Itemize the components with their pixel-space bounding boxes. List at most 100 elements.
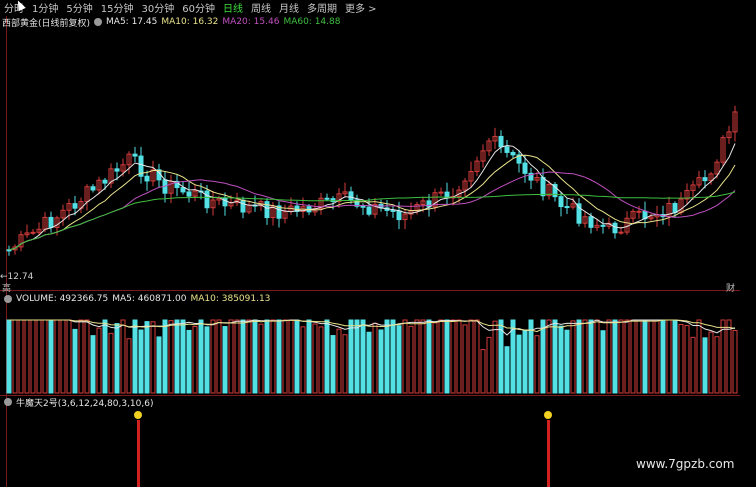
volume-bar <box>198 319 204 394</box>
volume-bar <box>108 332 114 394</box>
smiley-signal-icon <box>544 411 552 419</box>
volume-bar <box>30 319 36 394</box>
volume-bar <box>588 319 594 394</box>
candle-body <box>702 177 708 182</box>
signal-bar <box>547 420 550 487</box>
volume-bar <box>474 319 480 394</box>
volume-bar <box>714 336 720 394</box>
candle-body <box>618 231 624 234</box>
volume-bar <box>126 338 132 394</box>
volume-bar <box>666 319 672 394</box>
volume-bar <box>156 336 162 394</box>
volume-bar <box>330 335 336 394</box>
volume-bar <box>480 349 486 394</box>
volume-bar <box>48 319 54 394</box>
volume-bar <box>42 319 48 394</box>
volume-bar <box>384 319 390 394</box>
volume-bar <box>324 319 330 394</box>
candle-body <box>132 153 138 157</box>
candle-body <box>510 151 516 156</box>
volume-bar <box>192 325 198 394</box>
volume-bar <box>234 319 240 394</box>
volume-bar <box>6 319 12 394</box>
volume-bar <box>114 323 120 394</box>
volume-bar <box>600 330 606 394</box>
volume-bar <box>606 319 612 394</box>
volume-bar <box>240 319 246 394</box>
volume-bar <box>432 322 438 394</box>
volume-bar <box>462 324 468 394</box>
volume-bar <box>726 319 732 394</box>
candle-body <box>30 231 36 234</box>
volume-bar <box>702 337 708 394</box>
volume-bar <box>654 319 660 394</box>
candle-body <box>348 191 354 201</box>
volume-bar <box>390 319 396 394</box>
candle-body <box>72 203 78 209</box>
volume-bar <box>570 320 576 394</box>
volume-bar <box>552 319 558 394</box>
volume-bar <box>180 319 186 394</box>
candle-body <box>102 179 108 184</box>
candle-body <box>612 222 618 234</box>
volume-bar <box>672 319 678 394</box>
candle-body <box>204 190 210 209</box>
smiley-signal-icon <box>134 411 142 419</box>
volume-bar <box>648 319 654 394</box>
volume-bar <box>660 319 666 394</box>
volume-bar <box>294 319 300 394</box>
volume-bar <box>132 319 138 394</box>
volume-bar <box>618 319 624 394</box>
candle-body <box>186 191 192 197</box>
volume-bar <box>696 319 702 394</box>
volume-bar <box>420 319 426 394</box>
volume-bar <box>264 319 270 394</box>
volume-bar <box>168 320 174 394</box>
candle-body <box>90 186 96 191</box>
candle-body <box>324 197 330 200</box>
ma20-line <box>8 171 736 251</box>
volume-bar <box>636 319 642 394</box>
ma5-line <box>8 143 736 251</box>
volume-bar <box>360 319 366 394</box>
candle-body <box>264 201 270 219</box>
kline-chart[interactable] <box>0 0 756 487</box>
volume-bar <box>504 346 510 394</box>
candle-body <box>504 146 510 153</box>
candle-body <box>390 209 396 212</box>
volume-bar <box>624 319 630 394</box>
volume-bar <box>516 334 522 394</box>
candle-body <box>114 168 120 172</box>
volume-bar <box>342 334 348 394</box>
volume-bar <box>486 336 492 394</box>
candle-body <box>540 176 546 197</box>
site-watermark: www.7gpzb.com <box>636 457 735 471</box>
volume-bar <box>354 319 360 394</box>
volume-bar <box>144 321 150 394</box>
candle-body <box>672 202 678 214</box>
volume-bar <box>522 329 528 394</box>
candle-body <box>240 199 246 213</box>
volume-bar <box>546 319 552 394</box>
volume-bar <box>564 329 570 394</box>
volume-bar <box>210 319 216 394</box>
candle-body <box>438 191 444 194</box>
candle-body <box>600 224 606 227</box>
volume-bar <box>276 319 282 394</box>
volume-bar <box>492 320 498 394</box>
volume-bar <box>528 319 534 394</box>
candle-body <box>222 197 228 207</box>
volume-bar <box>426 319 432 394</box>
candle-body <box>144 175 150 182</box>
volume-bar <box>96 327 102 394</box>
volume-bar <box>258 323 264 394</box>
volume-bar <box>300 326 306 394</box>
volume-bar <box>540 319 546 394</box>
volume-bar <box>414 319 420 394</box>
volume-bar <box>378 329 384 394</box>
volume-bar <box>450 319 456 394</box>
volume-bar <box>594 319 600 394</box>
volume-bar <box>612 319 618 394</box>
volume-bar <box>678 323 684 394</box>
candle-body <box>498 135 504 148</box>
